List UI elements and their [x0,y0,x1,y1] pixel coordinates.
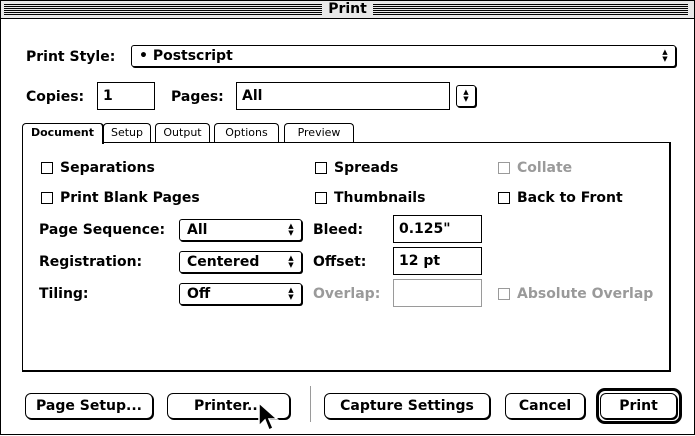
tab-document[interactable]: Document [22,123,104,144]
updown-arrows-icon: ▲ ▼ [288,254,294,269]
button-separator [310,386,311,422]
absolute-overlap-label: Absolute Overlap [517,286,654,302]
thumbnails-label: Thumbnails [334,190,426,206]
offset-field[interactable]: 12 pt [393,247,482,275]
registration-value: Centered [187,254,260,270]
copies-field[interactable]: 1 [97,82,155,110]
collate-label: Collate [517,160,573,176]
separations-checkbox[interactable] [41,162,53,174]
spreads-checkbox[interactable] [315,162,327,174]
offset-label: Offset: [313,254,367,270]
offset-value: 12 pt [399,253,441,269]
tiling-popup[interactable]: Off ▲ ▼ [179,283,302,305]
print-style-value: • Postscript [139,48,233,64]
separations-label: Separations [60,160,155,176]
pages-label: Pages: [171,89,224,105]
back-to-front-label: Back to Front [517,190,623,206]
registration-popup[interactable]: Centered ▲ ▼ [179,251,302,273]
overlap-label: Overlap: [313,286,381,302]
bleed-value: 0.125" [399,221,451,237]
tab-output[interactable]: Output [155,123,210,142]
arrow-cursor-icon [258,402,279,432]
pages-value: All [242,88,263,104]
thumbnails-checkbox[interactable] [315,192,327,204]
page-sequence-label: Page Sequence: [39,222,166,238]
print-blank-pages-checkbox[interactable] [41,192,53,204]
registration-label: Registration: [39,254,143,270]
absolute-overlap-checkbox [498,288,510,300]
back-to-front-checkbox[interactable] [498,192,510,204]
cancel-button[interactable]: Cancel [505,393,585,419]
print-style-label: Print Style: [26,49,116,65]
page-sequence-value: All [187,222,208,238]
updown-arrows-icon: ▲ ▼ [288,222,294,237]
tab-options[interactable]: Options [214,123,279,142]
spreads-label: Spreads [334,160,399,176]
updown-arrows-icon: ▲ ▼ [662,48,668,63]
overlap-field [393,279,482,307]
updown-arrows-icon: ▲ ▼ [288,286,294,301]
collate-checkbox [498,162,510,174]
print-button[interactable]: Print [600,393,677,419]
updown-arrows-icon: ▲ ▼ [463,88,469,103]
window-title-bar[interactable]: Print [0,0,695,19]
capture-settings-button[interactable]: Capture Settings [324,393,490,419]
bleed-field[interactable]: 0.125" [393,215,482,243]
window-title: Print [322,1,373,17]
page-setup-button[interactable]: Page Setup... [25,393,153,419]
copies-value: 1 [103,88,113,104]
tab-setup[interactable]: Setup [103,123,151,142]
bleed-label: Bleed: [313,222,364,238]
print-style-popup[interactable]: • Postscript ▲ ▼ [131,45,676,67]
page-sequence-popup[interactable]: All ▲ ▼ [179,219,302,241]
tiling-value: Off [187,286,211,302]
copies-label: Copies: [26,89,85,105]
pages-popup-button[interactable]: ▲ ▼ [456,85,476,107]
tiling-label: Tiling: [39,286,89,302]
tab-preview[interactable]: Preview [284,123,354,142]
pages-field[interactable]: All [236,82,450,110]
print-blank-pages-label: Print Blank Pages [60,190,200,206]
